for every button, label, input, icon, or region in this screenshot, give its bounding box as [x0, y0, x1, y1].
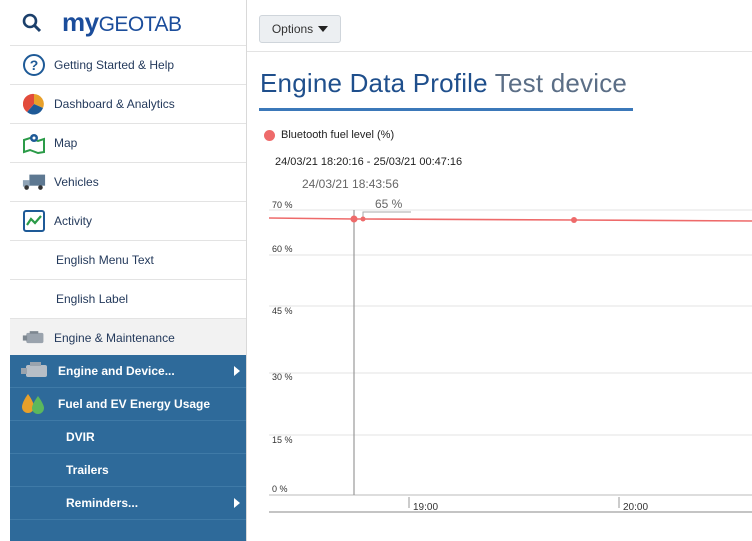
sidebar-item-label: English Menu Text — [56, 253, 154, 267]
cursor-value-label: 65 % — [375, 197, 403, 211]
chart-legend[interactable]: Bluetooth fuel level (%) — [264, 129, 394, 141]
submenu-item-trailers[interactable]: Trailers — [10, 454, 246, 487]
sidebar-item-map[interactable]: Map — [10, 124, 246, 163]
submenu-item-fuel[interactable]: Fuel and EV Energy Usage — [10, 388, 246, 421]
search-icon[interactable] — [22, 13, 42, 33]
logo-bar: myGEOTAB — [10, 0, 246, 46]
options-button[interactable]: Options — [259, 15, 341, 43]
sidebar-item-english-menu-text[interactable]: English Menu Text — [10, 241, 246, 280]
legend-label: Bluetooth fuel level (%) — [281, 129, 395, 141]
sidebar: myGEOTAB ? Getting Started & Help Dashbo… — [10, 0, 246, 541]
sidebar-item-engine-maintenance[interactable]: Engine & Maintenance — [10, 319, 246, 356]
sidebar-item-label: Activity — [54, 214, 93, 228]
y-tick-label: 70 % — [272, 200, 293, 210]
sidebar-item-label: Map — [54, 136, 78, 150]
submenu-item-engine-device[interactable]: Engine and Device... — [10, 355, 246, 388]
y-tick-label: 0 % — [272, 484, 288, 494]
truck-icon — [22, 170, 46, 194]
cursor-timestamp: 24/03/21 18:43:56 — [302, 177, 399, 191]
submenu-item-label: DVIR — [66, 430, 95, 444]
main-content: Options Engine Data Profile Test device … — [246, 0, 752, 541]
x-tick-label: 19:00 — [413, 502, 438, 513]
geotab-logo[interactable]: myGEOTAB — [62, 7, 182, 38]
engine-maintenance-submenu: Engine and Device... Fuel and EV Energy … — [10, 355, 246, 541]
sidebar-item-label: Engine & Maintenance — [54, 330, 175, 345]
engine-icon — [20, 360, 50, 382]
submenu-item-label: Fuel and EV Energy Usage — [58, 397, 211, 411]
date-range: 24/03/21 18:20:16 - 25/03/21 00:47:16 — [275, 156, 463, 168]
submenu-item-label: Engine and Device... — [58, 364, 175, 378]
svg-text:?: ? — [30, 57, 39, 73]
fuel-icon — [20, 393, 50, 415]
logo-my: my — [62, 7, 99, 37]
sidebar-item-vehicles[interactable]: Vehicles — [10, 163, 246, 202]
help-icon: ? — [22, 53, 46, 77]
y-tick-label: 15 % — [272, 435, 293, 445]
sidebar-item-activity[interactable]: Activity — [10, 202, 246, 241]
app-window: myGEOTAB ? Getting Started & Help Dashbo… — [0, 0, 752, 541]
toolbar: Options — [247, 0, 752, 52]
sidebar-item-english-label[interactable]: English Label — [10, 280, 246, 319]
engine-icon — [22, 326, 46, 350]
submenu-item-dvir[interactable]: DVIR — [10, 421, 246, 454]
cursor-value-bracket — [362, 211, 411, 218]
sidebar-item-label: Vehicles — [54, 175, 99, 189]
caret-down-icon — [318, 26, 329, 32]
submenu-item-label: Reminders... — [66, 496, 139, 510]
submenu-item-reminders[interactable]: Reminders... — [10, 487, 246, 520]
sidebar-item-label: Dashboard & Analytics — [54, 97, 175, 111]
page-title-text: Engine Data Profile — [260, 68, 488, 98]
expand-arrow-icon — [234, 498, 240, 508]
legend-swatch — [264, 129, 275, 141]
sidebar-item-label: Getting Started & Help — [54, 58, 175, 72]
expand-arrow-icon — [234, 366, 240, 376]
fuel-level-chart[interactable]: 70 % 60 % 45 % 30 % 15 % 0 % 19:00 20:00… — [247, 190, 752, 520]
data-point[interactable] — [360, 216, 366, 222]
x-tick-label: 20:00 — [623, 502, 648, 513]
options-label: Options — [271, 22, 314, 36]
sidebar-item-help[interactable]: ? Getting Started & Help — [10, 46, 246, 85]
page-title: Engine Data Profile Test device — [260, 68, 627, 99]
y-tick-label: 45 % — [272, 306, 293, 316]
activity-icon — [22, 209, 46, 233]
map-icon — [22, 131, 46, 155]
sidebar-item-label: English Label — [56, 292, 129, 306]
logo-geotab: GEOTAB — [98, 13, 182, 36]
sidebar-item-dashboard[interactable]: Dashboard & Analytics — [10, 85, 246, 124]
series-line — [268, 217, 752, 222]
submenu-item-label: Trailers — [66, 463, 109, 477]
y-tick-label: 30 % — [272, 372, 293, 382]
title-underline — [259, 108, 633, 111]
device-name: Test device — [494, 68, 628, 98]
y-tick-label: 60 % — [272, 244, 293, 254]
data-point[interactable] — [571, 217, 577, 223]
dashboard-icon — [22, 92, 46, 116]
data-point[interactable] — [350, 215, 358, 223]
